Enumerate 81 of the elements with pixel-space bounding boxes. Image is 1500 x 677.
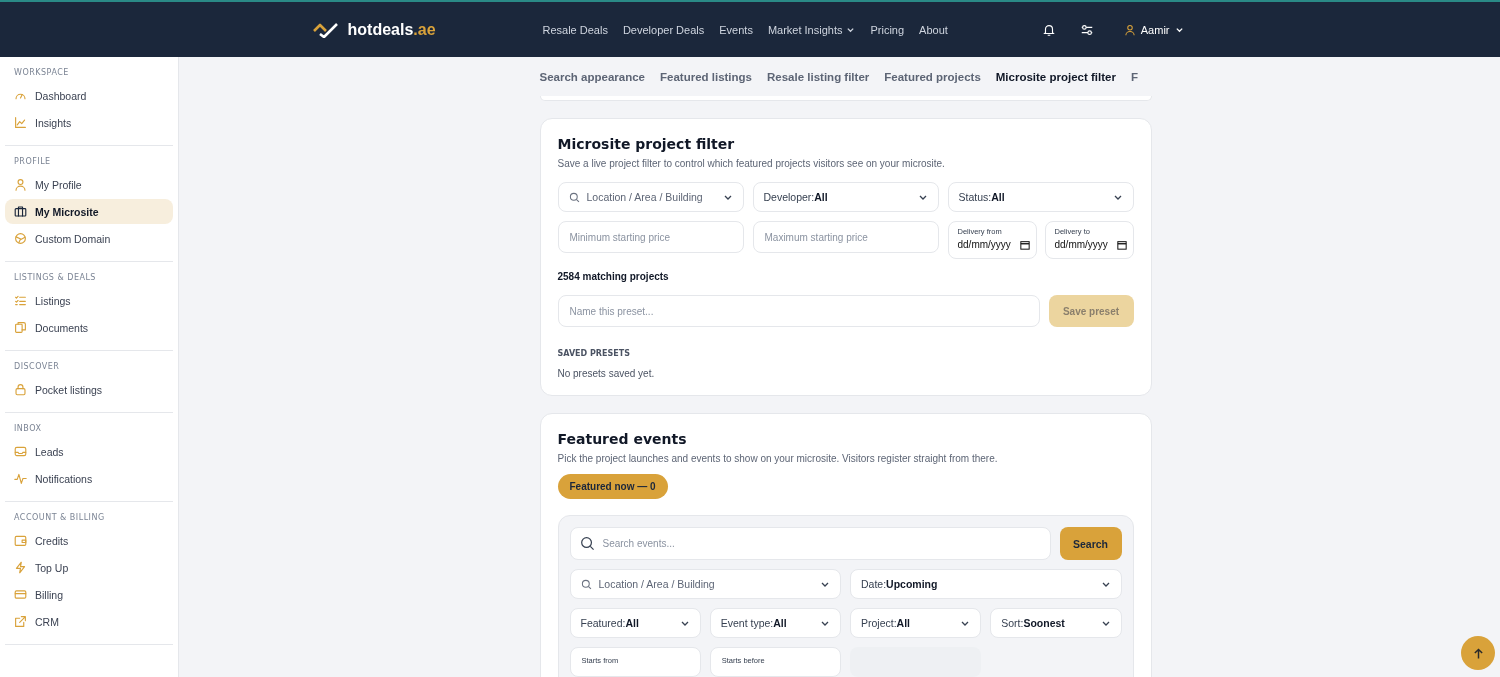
nav-link[interactable]: About: [919, 23, 948, 36]
sidebar-item[interactable]: My Profile: [5, 172, 173, 197]
nav-link[interactable]: Developer Deals: [622, 23, 705, 36]
search-button[interactable]: Search: [1059, 527, 1122, 560]
sidebar-item[interactable]: Pocket listings: [5, 377, 173, 402]
lock-icon: [14, 383, 27, 396]
sidebar-item[interactable]: Top Up: [5, 555, 173, 580]
featured-count-pill[interactable]: Featured now — 0: [557, 474, 668, 499]
user-icon: [14, 178, 27, 191]
sidebar-item[interactable]: Custom Domain: [5, 226, 173, 251]
globe-icon: [14, 232, 27, 245]
card-description: Pick the project launches and events to show on your microsite. Visitors register straight from there.: [557, 453, 999, 464]
filter-dropdown[interactable]: Developer:All: [752, 182, 939, 212]
sidebar-item[interactable]: CRM: [5, 609, 173, 634]
calendar-icon: [1019, 239, 1030, 250]
sidebar-item[interactable]: Dashboard: [5, 83, 173, 108]
briefcase-icon: [14, 205, 27, 218]
match-count: 2584 matching projects: [557, 271, 670, 282]
tab[interactable]: Microsite project filter: [995, 70, 1116, 83]
scroll-top-button[interactable]: [1461, 636, 1495, 670]
section-heading: ACCOUNT & BILLING: [13, 512, 106, 524]
bell-icon[interactable]: [1041, 22, 1056, 37]
card-title: Featured events: [557, 431, 688, 447]
sidebar-item[interactable]: Notifications: [5, 466, 173, 491]
filter-dropdown[interactable]: Project:All: [850, 608, 982, 638]
preset-name-field[interactable]: Name this preset...: [557, 295, 1040, 327]
price-field[interactable]: Maximum starting price: [752, 221, 939, 253]
nav-link[interactable]: Resale Deals: [542, 23, 608, 36]
search-field[interactable]: Search events...: [569, 527, 1051, 560]
logo-icon: [312, 21, 339, 38]
credit-card-icon: [14, 588, 27, 601]
tab[interactable]: Featured projects: [884, 70, 981, 83]
filter-dropdown[interactable]: Location / Area / Building: [569, 569, 841, 599]
sidebar-item[interactable]: Insights: [5, 110, 173, 135]
lightning-icon: [14, 561, 27, 574]
section-heading: INBOX: [13, 423, 43, 435]
sliders-icon[interactable]: [1079, 22, 1094, 37]
user-icon: [1123, 23, 1136, 36]
sidebar-item[interactable]: Listings: [5, 288, 173, 313]
filter-dropdown[interactable]: Event type:All: [709, 608, 841, 638]
card-description: Save a live project filter to control which featured projects visitors see on your microsite.: [557, 158, 946, 169]
search-icon: [580, 578, 592, 590]
documents-icon: [14, 321, 27, 334]
checklist-icon: [14, 294, 27, 307]
card-title: Microsite project filter: [557, 136, 736, 152]
section-heading: PROFILE: [13, 156, 52, 168]
arrow-up-icon: [1471, 646, 1485, 660]
calendar-icon: [1116, 239, 1127, 250]
empty-message: No presets saved yet.: [557, 368, 656, 379]
chevron-down-icon: [846, 25, 856, 34]
price-field[interactable]: Minimum starting price: [557, 221, 744, 253]
user-menu[interactable]: Aamir: [1123, 23, 1184, 36]
nav-link[interactable]: Market Insights: [767, 23, 856, 36]
filter-dropdown[interactable]: Date:Upcoming: [850, 569, 1122, 599]
filter-dropdown[interactable]: Featured:All: [569, 608, 701, 638]
chevron-down-icon: [1174, 25, 1184, 34]
tab[interactable]: Featured listings: [660, 70, 752, 83]
filter-dropdown[interactable]: Sort:Soonest: [990, 608, 1122, 638]
sidebar-item[interactable]: Leads: [5, 439, 173, 464]
wallet-icon: [14, 534, 27, 547]
logo-text[interactable]: hotdeals.ae: [347, 20, 436, 39]
pulse-icon: [14, 472, 27, 485]
filter-dropdown[interactable]: Location / Area / Building: [557, 182, 744, 212]
sidebar-item[interactable]: Credits: [5, 528, 173, 553]
sidebar-item[interactable]: My Microsite: [5, 199, 173, 224]
filter-dropdown[interactable]: Status:All: [947, 182, 1134, 212]
sidebar-item[interactable]: Billing: [5, 582, 173, 607]
section-heading: WORKSPACE: [13, 67, 70, 79]
nav-link[interactable]: Pricing: [870, 23, 905, 36]
search-icon: [568, 191, 580, 203]
section-heading: LISTINGS & DEALS: [13, 272, 97, 284]
section-heading: DISCOVER: [13, 361, 61, 373]
sidebar-item[interactable]: Documents: [5, 315, 173, 340]
tab[interactable]: Resale listing filter: [767, 70, 870, 83]
section-heading: SAVED PRESETS: [557, 349, 631, 358]
inbox-icon: [14, 445, 27, 458]
nav-link[interactable]: Events: [719, 23, 753, 36]
tab[interactable]: F: [1130, 70, 1138, 83]
tab[interactable]: Search appearance: [539, 70, 645, 83]
external-link-icon: [14, 615, 27, 628]
chart-icon: [14, 116, 27, 129]
